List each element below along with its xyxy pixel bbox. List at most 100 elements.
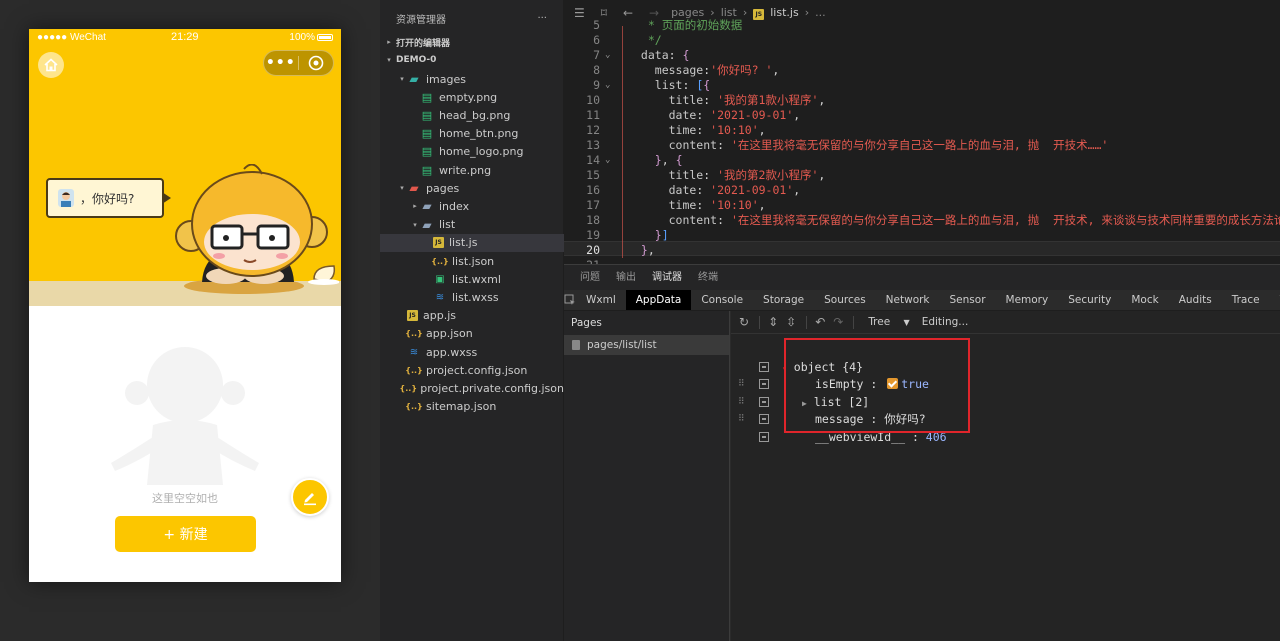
file-tree-item[interactable]: ▾ ▰ list [380, 216, 564, 234]
file-tree-item[interactable]: ≋ list.wxss [380, 288, 564, 306]
code-token: , [772, 63, 780, 77]
code-token: title [634, 93, 704, 107]
devtools-tab[interactable]: Trace [1222, 290, 1270, 310]
file-tree-item[interactable]: ▤ head_bg.png [380, 106, 564, 124]
pages-title: Pages [571, 317, 602, 329]
file-tree-item[interactable]: {..} project.private.config.json [380, 379, 564, 397]
collapse-box-icon[interactable] [759, 414, 769, 424]
file-tree-label: pages [426, 181, 460, 195]
collapse-box-icon[interactable] [759, 397, 769, 407]
devtools-tab[interactable]: Memory [996, 290, 1059, 310]
code-token: '2021-09-01' [710, 183, 794, 197]
devtools-tab[interactable]: Sensor [940, 290, 996, 310]
write-button[interactable] [291, 478, 329, 516]
redo-icon[interactable]: ↷ [833, 315, 843, 329]
more-menu-button[interactable]: ••• [264, 51, 298, 75]
code-token: : [682, 78, 697, 92]
code-token: , [818, 93, 826, 107]
devtools-tab[interactable]: Sources [814, 290, 876, 310]
json-file-icon: {..} [431, 256, 449, 266]
chevron-right-icon[interactable]: ▸ [410, 202, 420, 210]
drag-handle-icon[interactable]: ⠿ [738, 393, 745, 411]
code-line: 16 date: '2021-09-01', [564, 183, 1280, 198]
panel-tab[interactable]: 问题 [580, 265, 600, 291]
open-editors-section[interactable]: ▸ 打开的编辑器 [380, 33, 564, 51]
file-tree-item[interactable]: JS app.js [380, 307, 564, 325]
file-tree-item[interactable]: {..} sitemap.json [380, 398, 564, 416]
file-tree-item[interactable]: ▣ list.wxml [380, 270, 564, 288]
close-miniprogram-button[interactable] [299, 55, 334, 71]
file-tree-label: write.png [439, 163, 492, 177]
panel-tab[interactable]: 调试器 [652, 265, 682, 291]
line-number: 20 [586, 243, 600, 257]
file-tree-item[interactable]: {..} list.json [380, 252, 564, 270]
code-token: { [675, 153, 683, 167]
line-number: 12 [586, 123, 600, 137]
pencil-icon [304, 493, 316, 506]
file-tree-item[interactable]: ▾ ▰ images [380, 70, 564, 88]
file-tree-item[interactable]: ≋ app.wxss [380, 343, 564, 361]
file-tree-item[interactable]: {..} project.config.json [380, 361, 564, 379]
page-item[interactable]: pages/list/list [564, 335, 729, 355]
fold-chevron-icon[interactable]: ⌄ [605, 48, 610, 63]
panel-tab[interactable]: 终端 [698, 265, 718, 291]
create-new-button[interactable]: + 新建 [115, 516, 256, 552]
chevron-down-icon[interactable]: ▾ [397, 75, 407, 83]
drag-handle-icon[interactable]: ⠿ [738, 375, 745, 393]
code-text: title: '我的第1款小程序', [634, 93, 826, 108]
file-tree-item[interactable]: ▸ ▰ index [380, 197, 564, 215]
devtools-tab[interactable]: Network [876, 290, 940, 310]
drag-handle-icon[interactable]: ⠿ [738, 410, 745, 428]
fold-chevron-icon[interactable]: ⌄ [605, 78, 610, 93]
file-tree-item[interactable]: {..} app.json [380, 325, 564, 343]
file-tree-item[interactable]: JS list.js [380, 233, 564, 252]
devtools-tab[interactable]: Security [1058, 290, 1121, 310]
code-text: }] [634, 228, 669, 243]
expand-all-icon[interactable]: ⇕ [768, 315, 778, 329]
file-tree-item[interactable]: ▾ ▰ pages [380, 179, 564, 197]
code-line: 9 ⌄ list: [{ [564, 78, 1280, 93]
devtools-tab[interactable]: AppData [625, 290, 692, 310]
code-token: : [717, 213, 731, 227]
file-tree-item[interactable]: ▤ home_btn.png [380, 125, 564, 143]
chevron-down-icon[interactable]: ▾ [397, 184, 407, 192]
project-section[interactable]: ▾ DEMO-0 [380, 51, 564, 69]
file-tree-label: list.wxss [452, 290, 499, 304]
file-tree-item[interactable]: ▤ write.png [380, 161, 564, 179]
devtools-tab[interactable]: Vulnerab [1270, 290, 1280, 310]
battery-percent: 100% [289, 32, 315, 43]
code-token: : [696, 123, 711, 137]
refresh-icon[interactable]: ↻ [739, 315, 749, 329]
code-text: date: '2021-09-01', [634, 183, 801, 198]
view-mode-select[interactable]: Tree ▼ [868, 316, 909, 328]
collapse-box-icon[interactable] [759, 379, 769, 389]
collapse-box-icon[interactable] [759, 362, 769, 372]
collapse-box-icon[interactable] [759, 432, 769, 442]
devtools-tab[interactable]: Audits [1169, 290, 1222, 310]
code-token: time [634, 123, 697, 137]
explorer-more-button[interactable]: ··· [537, 13, 547, 24]
undo-icon[interactable]: ↶ [815, 315, 825, 329]
devtools-tab[interactable]: Console [691, 290, 753, 310]
devtools-tab[interactable]: Mock [1121, 290, 1168, 310]
line-number: 10 [586, 93, 600, 107]
code-line: 18 content: '在这里我将毫无保留的与你分享自己这一路上的血与泪, 抛… [564, 213, 1280, 228]
fold-chevron-icon[interactable]: ⌄ [605, 153, 610, 168]
panel-tab[interactable]: 输出 [616, 265, 636, 291]
file-tree-label: list.wxml [452, 272, 501, 286]
chevron-down-icon[interactable]: ▾ [410, 221, 420, 229]
element-picker-icon[interactable] [564, 290, 576, 310]
collapse-all-icon[interactable]: ⇳ [786, 315, 796, 329]
code-text: time: '10:10', [634, 123, 766, 138]
code-line: 20 }, [564, 243, 1280, 258]
code-content[interactable]: 5 * 页面的初始数据 6 */7 ⌄ data: {8 message:'你好吗?… [564, 18, 1280, 264]
file-tree-item[interactable]: ▤ home_logo.png [380, 143, 564, 161]
home-button[interactable] [38, 52, 64, 78]
file-tree-item[interactable]: ▤ empty.png [380, 88, 564, 106]
code-token: , [758, 123, 766, 137]
code-editor: ☰ ⌑ ← → pages › list › JS list.js ›... 5 * 页面的… [564, 0, 1280, 264]
code-token: '2021-09-01' [710, 108, 794, 122]
devtools-tab[interactable]: Storage [753, 290, 814, 310]
devtools-tab[interactable]: Wxml [576, 290, 626, 310]
code-token: message [634, 63, 704, 77]
